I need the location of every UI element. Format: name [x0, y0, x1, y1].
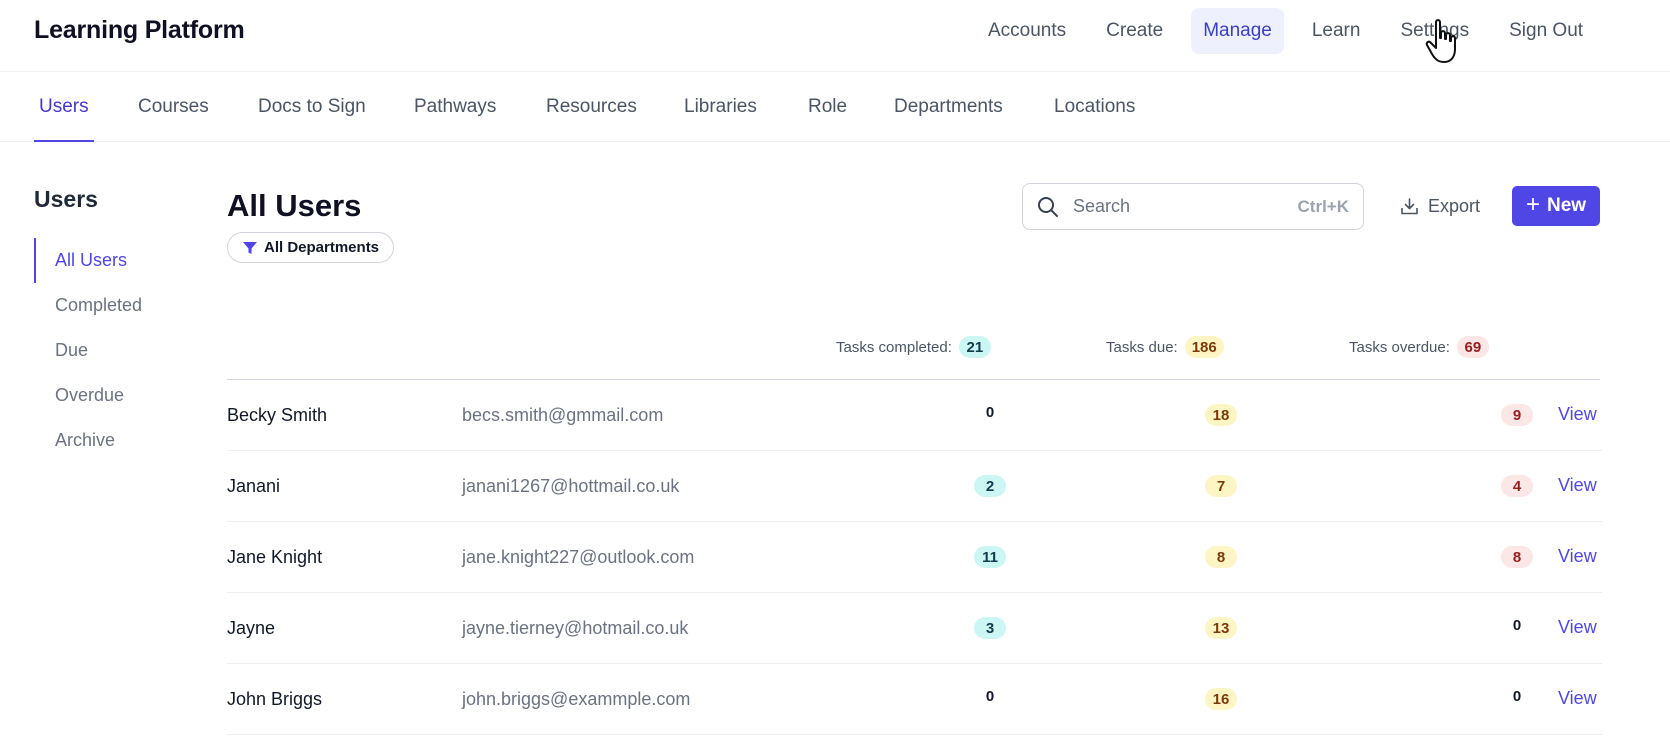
filter-label: All Departments	[264, 239, 380, 256]
download-icon	[1401, 197, 1418, 214]
view-link[interactable]: View	[1558, 475, 1597, 496]
sidebar-item-completed[interactable]: Completed	[34, 283, 194, 328]
search-input[interactable]	[1073, 196, 1273, 217]
tab-courses[interactable]: Courses	[138, 72, 209, 142]
view-link[interactable]: View	[1558, 404, 1597, 425]
user-name: John Briggs	[227, 689, 323, 709]
tab-libraries[interactable]: Libraries	[684, 72, 757, 142]
user-email: jane.knight227@outlook.com	[462, 547, 695, 567]
plus-icon: +	[1525, 191, 1540, 218]
tab-departments[interactable]: Departments	[894, 72, 1003, 142]
summary-overdue: Tasks overdue: 69	[1349, 336, 1489, 358]
section-tabs: Users Courses Docs to Sign Pathways Reso…	[0, 72, 1670, 142]
table-row: Jayne jayne.tierney@hotmail.co.uk 3 13 0…	[227, 593, 1602, 664]
overdue-count: 0	[1512, 688, 1522, 705]
due-count: 18	[1205, 404, 1237, 426]
topnav-manage[interactable]: Manage	[1191, 8, 1284, 54]
tab-role[interactable]: Role	[808, 72, 847, 142]
view-link[interactable]: View	[1558, 617, 1597, 638]
tab-pathways[interactable]: Pathways	[414, 72, 496, 142]
topnav-accounts[interactable]: Accounts	[976, 8, 1078, 54]
completed-count: 0	[985, 404, 995, 421]
summary-overdue-count: 69	[1456, 336, 1489, 358]
topnav-settings[interactable]: Settings	[1388, 8, 1481, 54]
due-count: 7	[1205, 475, 1237, 497]
user-email: john.briggs@exammple.com	[462, 689, 691, 709]
due-count: 13	[1205, 617, 1237, 639]
completed-count: 3	[974, 617, 1006, 639]
search-shortcut: Ctrl+K	[1297, 197, 1349, 216]
topnav-learn[interactable]: Learn	[1300, 8, 1373, 54]
topnav-create[interactable]: Create	[1094, 8, 1175, 54]
tab-users[interactable]: Users	[34, 72, 94, 142]
overdue-count: 0	[1512, 617, 1522, 634]
table-row: Becky Smith becs.smith@gmmail.com 0 18 9…	[227, 380, 1602, 451]
sidebar: All Users Completed Due Overdue Archive	[34, 238, 194, 463]
new-label: New	[1546, 195, 1587, 216]
completed-count: 0	[985, 688, 995, 705]
department-filter-button[interactable]: All Departments	[227, 232, 395, 263]
summary-completed: Tasks completed: 21	[836, 336, 991, 358]
summary-due-label: Tasks due:	[1106, 338, 1178, 356]
summary-due: Tasks due: 186	[1106, 336, 1224, 358]
summary-due-count: 186	[1184, 336, 1224, 358]
due-count: 16	[1205, 688, 1237, 710]
user-email: becs.smith@gmmail.com	[462, 405, 664, 425]
search-icon	[1038, 196, 1058, 217]
top-header: Learning Platform Accounts Create Manage…	[0, 0, 1670, 72]
summary-overdue-label: Tasks overdue:	[1349, 338, 1450, 356]
tab-docs-to-sign[interactable]: Docs to Sign	[258, 72, 366, 142]
overdue-count: 9	[1501, 404, 1533, 426]
sidebar-item-archive[interactable]: Archive	[34, 418, 194, 463]
table-row: Janani janani1267@hottmail.co.uk 2 7 4 V…	[227, 451, 1602, 522]
table-row: John Briggs john.briggs@exammple.com 0 1…	[227, 664, 1602, 735]
user-name: Jayne	[227, 618, 276, 638]
page-title: All Users	[227, 188, 362, 223]
sidebar-item-due[interactable]: Due	[34, 328, 194, 373]
summary-completed-count: 21	[958, 336, 991, 358]
summary-completed-label: Tasks completed:	[836, 338, 952, 356]
search-box[interactable]: Ctrl+K	[1022, 183, 1364, 230]
tab-resources[interactable]: Resources	[546, 72, 637, 142]
user-name: Jane Knight	[227, 547, 323, 567]
overdue-count: 8	[1501, 546, 1533, 568]
tab-locations[interactable]: Locations	[1054, 72, 1135, 142]
table-row: Jane Knight jane.knight227@outlook.com 1…	[227, 522, 1602, 593]
user-email: jayne.tierney@hotmail.co.uk	[462, 618, 689, 638]
user-name: Becky Smith	[227, 405, 328, 425]
top-nav: Accounts Create Manage Learn Settings Si…	[976, 8, 1611, 54]
user-email: janani1267@hottmail.co.uk	[462, 476, 680, 496]
sidebar-title: Users	[34, 186, 98, 212]
export-button[interactable]: Export	[1383, 186, 1497, 226]
brand-title: Learning Platform	[34, 16, 245, 44]
export-label: Export	[1427, 195, 1481, 216]
user-name: Janani	[227, 476, 281, 496]
sidebar-item-overdue[interactable]: Overdue	[34, 373, 194, 418]
view-link[interactable]: View	[1558, 688, 1597, 709]
filter-icon	[243, 241, 257, 254]
completed-count: 2	[974, 475, 1006, 497]
view-link[interactable]: View	[1558, 546, 1597, 567]
due-count: 8	[1205, 546, 1237, 568]
sidebar-item-all-users[interactable]: All Users	[34, 238, 194, 283]
completed-count: 11	[974, 546, 1006, 568]
new-user-button[interactable]: + New	[1512, 186, 1600, 226]
topnav-sign-out[interactable]: Sign Out	[1497, 8, 1595, 54]
overdue-count: 4	[1501, 475, 1533, 497]
